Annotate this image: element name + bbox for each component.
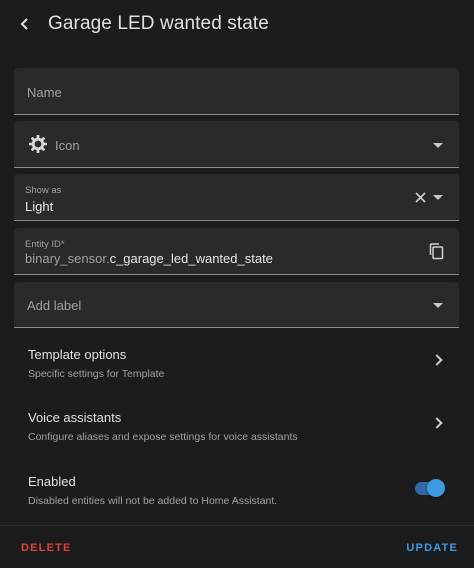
delete-button[interactable]: DELETE: [21, 542, 72, 554]
entity-id-value: binary_sensor.c_garage_led_wanted_state: [25, 251, 273, 266]
icon-picker[interactable]: Icon: [14, 121, 459, 168]
voice-assistants-subtitle: Configure aliases and expose settings fo…: [28, 431, 298, 443]
chevron-down-icon: [433, 195, 443, 200]
entity-id-suffix: c_garage_led_wanted_state: [109, 251, 273, 266]
page-title: Garage LED wanted state: [48, 13, 269, 34]
show-as-select[interactable]: Show as Light: [14, 174, 459, 221]
enabled-row: Enabled Disabled entities will not be ad…: [28, 474, 408, 514]
back-button[interactable]: [14, 13, 36, 35]
name-field[interactable]: Name: [14, 68, 459, 115]
icon-label: Icon: [55, 138, 80, 153]
entity-id-label: Entity ID*: [25, 239, 65, 250]
template-options-row[interactable]: Template options Specific settings for T…: [28, 347, 459, 387]
chevron-down-icon: [433, 143, 443, 148]
template-options-subtitle: Specific settings for Template: [28, 368, 165, 380]
voice-assistants-row[interactable]: Voice assistants Configure aliases and e…: [28, 410, 459, 450]
entity-id-prefix: binary_sensor.: [25, 251, 110, 266]
add-label-placeholder: Add label: [27, 298, 82, 313]
dialog-header: Garage LED wanted state: [0, 0, 474, 50]
template-options-title: Template options: [28, 347, 127, 362]
enabled-title: Enabled: [28, 474, 76, 489]
add-label-select[interactable]: Add label: [14, 282, 459, 328]
toggle-thumb[interactable]: [427, 479, 445, 497]
enabled-subtitle: Disabled entities will not be added to H…: [28, 495, 278, 507]
show-as-label: Show as: [25, 185, 62, 196]
entity-id-field[interactable]: Entity ID* binary_sensor.c_garage_led_wa…: [14, 228, 459, 275]
name-placeholder: Name: [27, 85, 62, 100]
update-button[interactable]: UPDATE: [406, 542, 458, 554]
chevron-left-icon: [20, 18, 28, 30]
copy-icon[interactable]: [429, 243, 444, 260]
gear-icon: [29, 135, 47, 153]
clear-icon[interactable]: [415, 192, 426, 203]
footer-divider: [0, 525, 474, 526]
voice-assistants-title: Voice assistants: [28, 410, 122, 425]
chevron-down-icon: [433, 303, 443, 308]
show-as-value: Light: [25, 199, 54, 214]
